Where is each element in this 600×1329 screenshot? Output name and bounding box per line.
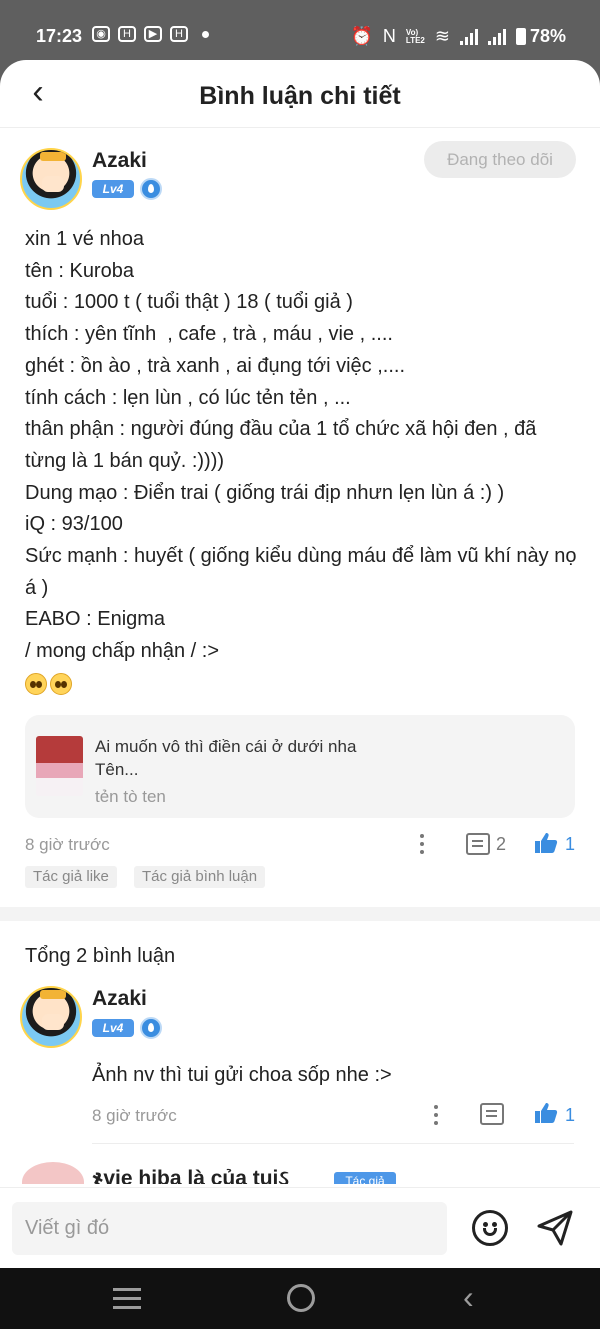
post-content: xin 1 vé nhoa tên : Kuroba tuổi : 1000 t… xyxy=(25,224,580,700)
volte-icon: Vo) LTE2 xyxy=(405,27,425,45)
page-title: Bình luận chi tiết xyxy=(199,82,401,110)
avatar-hat xyxy=(40,152,66,161)
post-line: thân phận : người đúng đầu của 1 tổ chức… xyxy=(25,418,542,472)
comment-detail-screen: ‹ Bình luận chi tiết Azaki Lv4 Đang theo… xyxy=(0,60,600,1268)
post-author[interactable]: Azaki xyxy=(92,149,147,173)
comment-text: Ảnh nv thì tui gửi choa sốp nhe :> xyxy=(92,1064,392,1086)
youtube-icon: ▶ xyxy=(144,26,162,42)
thumbs-up-icon[interactable] xyxy=(534,832,558,854)
header: ‹ Bình luận chi tiết xyxy=(0,60,600,128)
post-line: Dung mạo : Điển trai ( giống trái địp nh… xyxy=(25,481,505,504)
post-line: ghét : ồn ào , trà xanh , ai đụng tới vi… xyxy=(25,354,405,377)
signal-icon xyxy=(487,28,506,45)
post-line: xin 1 vé nhoa xyxy=(25,228,144,250)
post-line: iQ : 93/100 xyxy=(25,513,123,536)
emoji-line xyxy=(25,668,580,700)
more-notifications-icon xyxy=(202,30,209,38)
send-icon[interactable] xyxy=(535,1208,575,1248)
alarm-icon: ⏰ xyxy=(350,26,373,46)
notification-icons: ◉ H ▶ H xyxy=(92,26,209,42)
comment-count: 2 xyxy=(496,834,507,854)
home-icon[interactable] xyxy=(287,1284,315,1312)
emoji-picker-icon[interactable] xyxy=(472,1210,508,1246)
battery-icon xyxy=(515,28,526,45)
like-count: 1 xyxy=(565,834,576,854)
avatar[interactable] xyxy=(20,986,82,1048)
reply-icon[interactable] xyxy=(480,1103,504,1125)
more-options-icon[interactable] xyxy=(426,1102,446,1128)
post-line: / mong chấp nhận / :> xyxy=(25,640,220,663)
post-line: tuổi : 1000 t ( tuổi thật ) 18 ( tuổi gi… xyxy=(25,291,353,314)
battery-level: 78% xyxy=(529,26,566,46)
author-commented-tag: Tác giả bình luận xyxy=(134,866,266,888)
signal-icon xyxy=(459,28,478,45)
comment-separator xyxy=(92,1143,574,1144)
avatar-hat xyxy=(40,990,66,999)
h-app-icon: H xyxy=(118,26,136,42)
h-app-icon: H xyxy=(170,26,188,42)
post-line: EABO : Enigma xyxy=(25,608,166,631)
level-badge: Lv4 xyxy=(92,1019,134,1037)
smile-mouth xyxy=(483,1228,497,1236)
post-line: thích : yên tĩnh , cafe , trà , máu , vi… xyxy=(25,323,393,346)
post-line: Sức mạnh : huyết ( giống kiểu dùng máu đ… xyxy=(25,545,583,599)
post-line: tên : Kuroba xyxy=(25,259,134,282)
comment-composer xyxy=(0,1187,600,1268)
quoted-post-line: Ai muốn vô thì điền cái ở dưới nha xyxy=(95,737,357,756)
recent-apps-icon[interactable] xyxy=(113,1288,141,1310)
like-count: 1 xyxy=(565,1105,576,1125)
nfc-icon: N xyxy=(382,26,396,46)
post-line: tính cách : lẹn lùn , có lúc tẻn tẻn , .… xyxy=(25,386,351,409)
back-nav-icon[interactable]: ‹ xyxy=(463,1281,487,1313)
app-icon: ◉ xyxy=(92,26,110,42)
author-liked-tag: Tác giả like xyxy=(25,866,117,888)
wifi-icon: ≋ xyxy=(434,26,450,46)
quoted-post-author: tẻn tò ten xyxy=(95,787,166,806)
quoted-post-card[interactable]: Ai muốn vô thì điền cái ở dưới nha Tên..… xyxy=(25,715,575,818)
comment-icon[interactable] xyxy=(466,833,490,855)
pleading-face-emoji-icon xyxy=(25,672,47,695)
follow-button[interactable]: Đang theo dõi xyxy=(424,141,576,178)
pleading-face-emoji-icon xyxy=(50,672,72,695)
post-time: 8 giờ trước xyxy=(25,835,110,854)
total-comments-label: Tổng 2 bình luận xyxy=(25,945,176,967)
comment-time: 8 giờ trước xyxy=(92,1106,177,1125)
quoted-post-thumbnail xyxy=(36,736,83,796)
avatar-face xyxy=(42,176,64,192)
verified-badge-icon xyxy=(140,1017,162,1039)
more-options-icon[interactable] xyxy=(412,831,432,857)
avatar-face xyxy=(42,1014,64,1030)
system-nav-bar: ‹ xyxy=(0,1268,600,1329)
comment-author[interactable]: Azaki xyxy=(92,987,147,1011)
comment-input[interactable] xyxy=(12,1202,447,1255)
avatar[interactable] xyxy=(20,148,82,210)
section-divider xyxy=(0,907,600,921)
level-badge: Lv4 xyxy=(92,180,134,198)
status-time: 17:23 xyxy=(36,26,83,46)
quoted-post-line: Tên... xyxy=(95,760,139,779)
verified-badge-icon xyxy=(140,178,162,200)
thumbs-up-icon[interactable] xyxy=(534,1102,558,1124)
system-icons: ⏰ N Vo) LTE2 ≋ 78% xyxy=(350,26,566,47)
